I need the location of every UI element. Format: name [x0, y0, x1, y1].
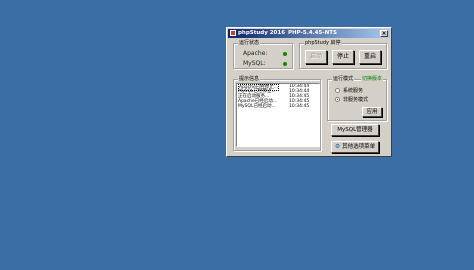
apply-button[interactable]: 应用	[362, 107, 382, 117]
control-group-label: phpStudy 启停	[304, 40, 342, 47]
system-service-radio[interactable]	[335, 88, 340, 93]
log-row[interactable]: MySQL已经启动... 10:34:45	[237, 104, 319, 109]
app-icon	[230, 30, 236, 36]
window-version: PHP-5.4.45-NTS	[288, 30, 337, 36]
log-listbox[interactable]: Apache已经停止... 10:34:44 MySQL已经停止... 10:34:4…	[236, 83, 320, 147]
status-group: 运行状态 Apache: MySQL:	[233, 40, 293, 69]
window-title: phpStudy 2016	[238, 30, 286, 36]
system-service-label: 系统服务	[343, 88, 364, 94]
mysql-label: MySQL:	[243, 60, 266, 67]
log-rows: Apache已经停止... 10:34:44 MySQL已经停止... 10:34:4…	[237, 84, 319, 109]
apache-label: Apache:	[243, 50, 268, 57]
log-message: MySQL已经启动...	[238, 104, 276, 109]
mysql-manager-button[interactable]: MySQL管理器	[331, 124, 379, 136]
mode-group: 运行模式 切换版本 系统服务 非服务模式 应用	[327, 76, 387, 121]
log-group-label: 提示信息	[238, 76, 261, 83]
non-service-radio[interactable]	[335, 97, 340, 102]
other-options-button[interactable]: ⚙ 其他选项菜单	[331, 141, 379, 153]
start-button[interactable]: 启动	[305, 50, 327, 64]
control-group: phpStudy 启停 启动 停止 重启	[299, 40, 387, 69]
status-group-label: 运行状态	[238, 40, 261, 47]
switch-version-link[interactable]: 切换版本	[360, 76, 383, 83]
title-bar[interactable]: phpStudy 2016 PHP-5.4.45-NTS ×	[228, 29, 390, 38]
gear-icon: ⚙	[334, 143, 341, 150]
non-service-label: 非服务模式	[343, 97, 369, 103]
log-time: 10:34:45	[289, 104, 310, 109]
mode-group-label: 运行模式	[332, 76, 355, 83]
other-options-label: 其他选项菜单	[342, 144, 376, 150]
close-button[interactable]: ×	[380, 30, 388, 37]
restart-button[interactable]: 重启	[359, 50, 381, 64]
apache-status-dot	[283, 52, 287, 56]
stop-button[interactable]: 停止	[332, 50, 354, 64]
mysql-status-dot	[283, 62, 287, 66]
